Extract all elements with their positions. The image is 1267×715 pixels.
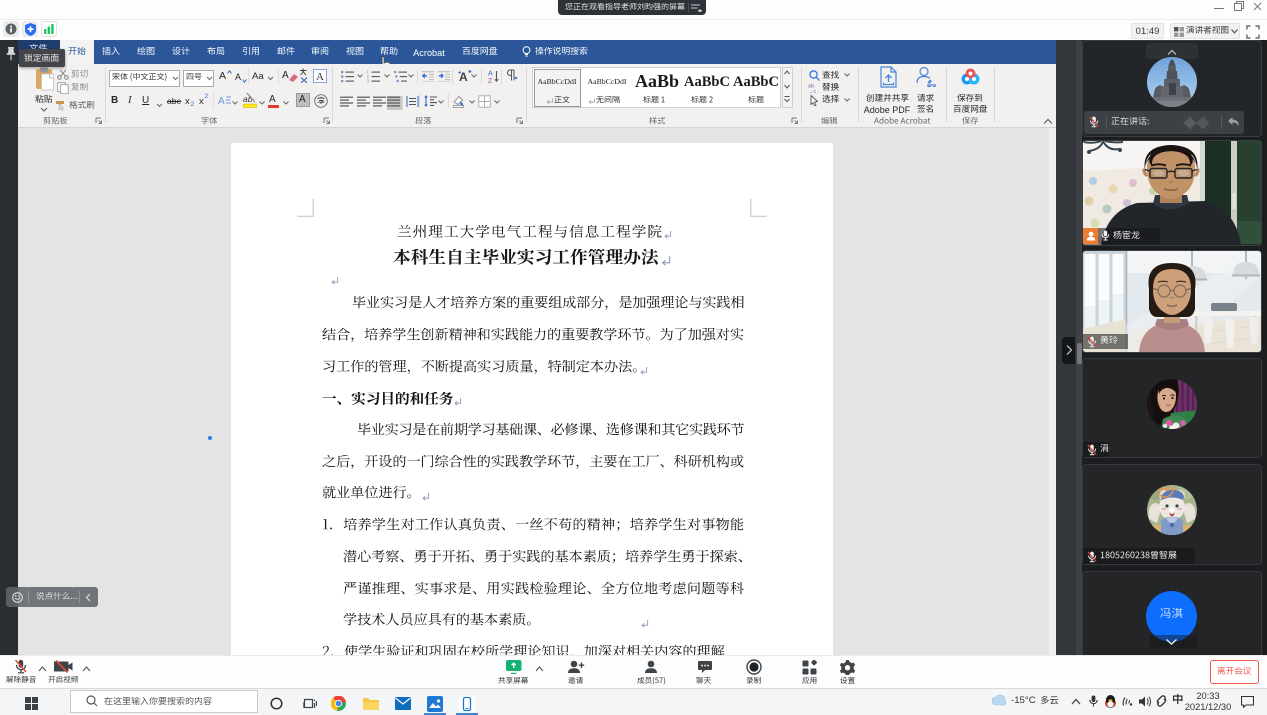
svg-text:ab: ab bbox=[243, 94, 253, 104]
svg-text:A: A bbox=[218, 96, 225, 107]
svg-text:A: A bbox=[488, 70, 493, 77]
svg-text:→c: →c bbox=[808, 89, 817, 93]
svg-text:A: A bbox=[316, 71, 324, 83]
svg-text:Z: Z bbox=[488, 78, 493, 84]
svg-text:3: 3 bbox=[367, 79, 370, 83]
